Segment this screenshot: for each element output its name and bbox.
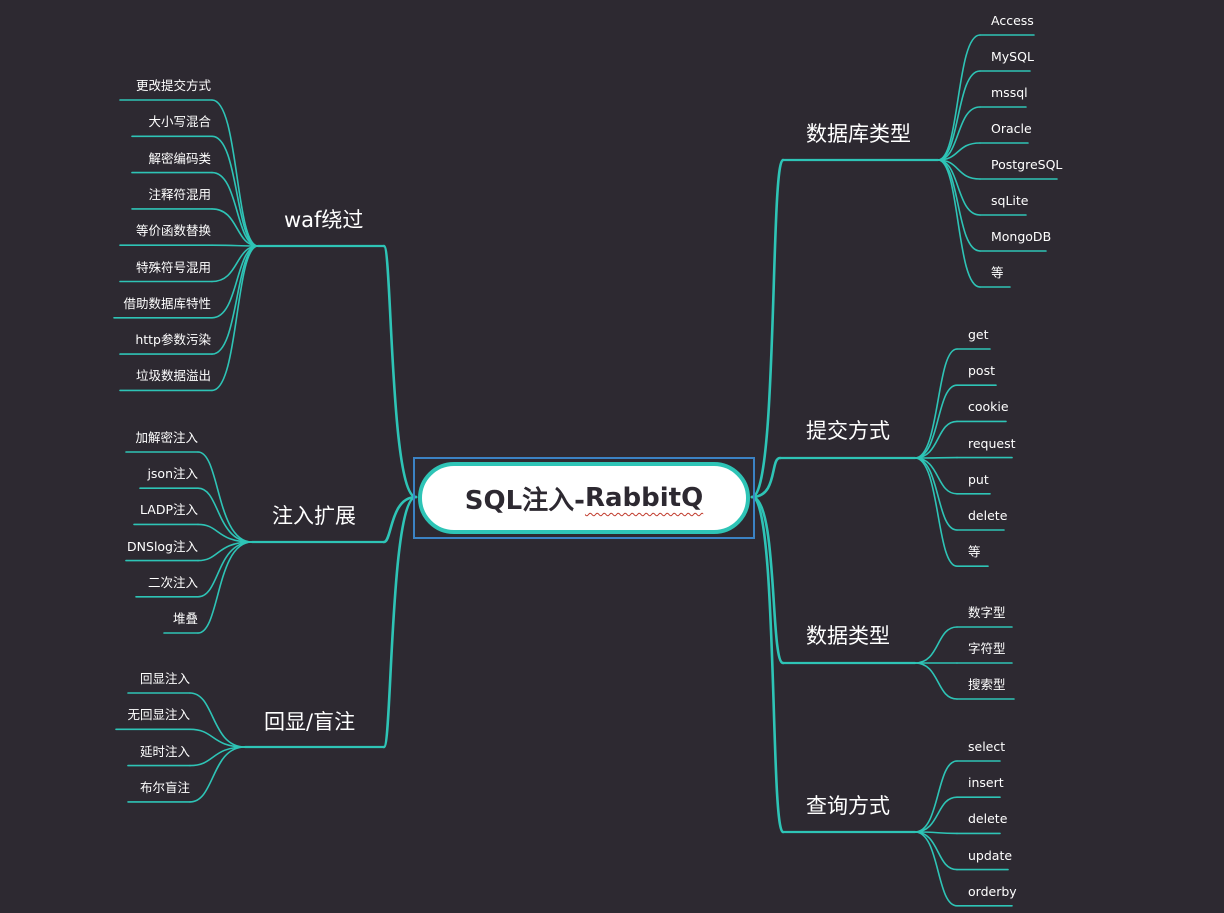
leaf-dbtype-connector bbox=[937, 70, 981, 161]
leaf-query-item[interactable]: delete bbox=[968, 813, 1007, 826]
leaf-waf-item[interactable]: 解密编码类 bbox=[148, 152, 211, 166]
leaf-submit-item[interactable]: delete bbox=[968, 509, 1007, 523]
branch-dbtype-label[interactable]: 数据库类型 bbox=[806, 124, 911, 145]
leaf-waf-item[interactable]: 等价函数替换 bbox=[136, 225, 211, 238]
leaf-waf-item[interactable]: 特殊符号混用 bbox=[136, 261, 211, 275]
branch-waf-label[interactable]: waf绕过 bbox=[284, 210, 363, 231]
leaf-echo-item[interactable]: 回显注入 bbox=[140, 672, 190, 686]
leaf-waf-item[interactable]: 注释符混用 bbox=[148, 188, 211, 202]
leaf-injext-connector bbox=[197, 541, 253, 634]
central-topic-prefix: SQL注入- bbox=[464, 485, 585, 516]
leaf-query-item[interactable]: select bbox=[968, 740, 1005, 754]
leaf-echo-item[interactable]: 无回显注入 bbox=[127, 709, 190, 722]
branch-waf-connector bbox=[382, 244, 418, 499]
branch-echo-label[interactable]: 回显/盲注 bbox=[264, 712, 355, 733]
leaf-dbtype-item[interactable]: PostgreSQL bbox=[991, 158, 1062, 172]
leaf-query-item[interactable]: insert bbox=[968, 777, 1004, 790]
leaf-datatype-item[interactable]: 字符型 bbox=[968, 642, 1006, 656]
leaf-waf-connector bbox=[211, 245, 259, 355]
leaf-injext-item[interactable]: DNSlog注入 bbox=[127, 540, 198, 554]
leaf-waf-connector bbox=[211, 244, 259, 247]
branch-query-label[interactable]: 查询方式 bbox=[806, 796, 890, 817]
leaf-query-item[interactable]: update bbox=[968, 849, 1012, 863]
leaf-submit-item[interactable]: 等 bbox=[968, 546, 981, 559]
leaf-injext-item[interactable]: 加解密注入 bbox=[135, 431, 198, 445]
leaf-waf-item[interactable]: http参数污染 bbox=[135, 334, 211, 347]
leaf-dbtype-item[interactable]: MySQL bbox=[991, 50, 1034, 64]
leaf-echo-connector bbox=[189, 728, 246, 748]
central-topic-suffix: RabbitQ bbox=[584, 483, 704, 513]
leaf-echo-connector bbox=[189, 692, 246, 748]
leaf-datatype-connector bbox=[914, 626, 958, 664]
leaf-dbtype-item[interactable]: MongoDB bbox=[991, 230, 1051, 244]
leaf-injext-item[interactable]: 堆叠 bbox=[173, 612, 198, 626]
leaf-datatype-connector bbox=[914, 662, 958, 700]
leaf-submit-item[interactable]: post bbox=[968, 365, 995, 378]
leaf-submit-connector bbox=[914, 384, 958, 459]
leaf-submit-connector bbox=[914, 457, 958, 531]
branch-dbtype-connector bbox=[750, 158, 785, 499]
leaf-dbtype-connector bbox=[937, 159, 981, 252]
leaf-submit-item[interactable]: request bbox=[968, 437, 1016, 451]
branch-query-connector bbox=[750, 495, 785, 834]
leaf-datatype-item[interactable]: 数字型 bbox=[968, 606, 1006, 620]
leaf-injext-item[interactable]: json注入 bbox=[147, 468, 198, 481]
branch-submit-label[interactable]: 提交方式 bbox=[806, 421, 890, 442]
leaf-dbtype-item[interactable]: Oracle bbox=[991, 122, 1032, 136]
leaf-query-item[interactable]: orderby bbox=[968, 885, 1017, 899]
leaf-echo-connector bbox=[189, 746, 246, 803]
leaf-dbtype-item[interactable]: mssql bbox=[991, 86, 1028, 100]
leaf-waf-item[interactable]: 垃圾数据溢出 bbox=[136, 370, 211, 383]
leaf-echo-item[interactable]: 延时注入 bbox=[140, 745, 190, 759]
leaf-injext-item[interactable]: 二次注入 bbox=[148, 576, 198, 590]
leaf-waf-connector bbox=[211, 135, 259, 247]
branch-datatype-label[interactable]: 数据类型 bbox=[806, 626, 890, 647]
leaf-injext-connector bbox=[197, 451, 253, 543]
leaf-waf-item[interactable]: 借助数据库特性 bbox=[123, 297, 211, 311]
leaf-datatype-item[interactable]: 搜索型 bbox=[968, 678, 1006, 692]
branch-injext-connector bbox=[382, 495, 418, 544]
leaf-waf-item[interactable]: 大小写混合 bbox=[148, 116, 211, 129]
leaf-submit-item[interactable]: cookie bbox=[968, 401, 1009, 414]
leaf-echo-connector bbox=[189, 746, 246, 767]
branch-injext-label[interactable]: 注入扩展 bbox=[272, 506, 356, 527]
leaf-submit-item[interactable]: get bbox=[968, 328, 989, 342]
leaf-echo-item[interactable]: 布尔盲注 bbox=[140, 781, 190, 795]
leaf-waf-item[interactable]: 更改提交方式 bbox=[136, 79, 211, 93]
leaf-dbtype-item[interactable]: sqLite bbox=[991, 194, 1028, 208]
central-topic[interactable]: SQL注入- RabbitQ bbox=[418, 462, 750, 534]
leaf-injext-item[interactable]: LADP注入 bbox=[140, 504, 198, 517]
leaf-submit-item[interactable]: put bbox=[968, 473, 989, 487]
leaf-dbtype-item[interactable]: Access bbox=[991, 14, 1034, 28]
leaf-dbtype-item[interactable]: 等 bbox=[991, 266, 1004, 280]
leaf-dbtype-connector bbox=[937, 34, 981, 161]
branch-submit-connector bbox=[750, 456, 782, 499]
leaf-query-connector bbox=[914, 760, 958, 833]
